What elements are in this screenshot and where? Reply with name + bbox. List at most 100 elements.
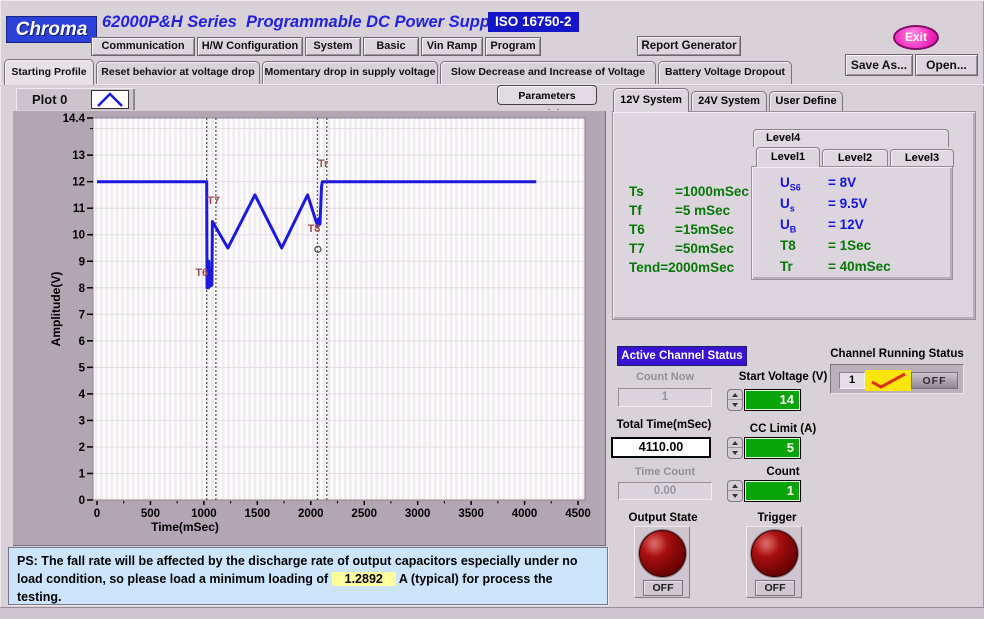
svg-text:3: 3 — [79, 415, 85, 427]
svg-text:3000: 3000 — [405, 508, 431, 520]
tab-level2[interactable]: Level2 — [822, 149, 888, 167]
min-loading-value: 1.2892 — [332, 572, 396, 586]
tab-level3[interactable]: Level3 — [890, 149, 954, 167]
cc-limit-stepper[interactable] — [727, 437, 743, 459]
channel-check-icon[interactable] — [865, 370, 911, 391]
svg-text:8: 8 — [79, 283, 86, 295]
param-ts: Ts=1000mSec — [629, 184, 749, 199]
chroma-logo: Chroma — [6, 16, 97, 43]
plot-legend-label: Plot 0 — [32, 92, 67, 107]
system-parameters-panel: Ts=1000mSec Tf=5 mSec T6=15mSec T7=50mSe… — [612, 111, 976, 320]
svg-text:T8: T8 — [308, 223, 321, 235]
svg-text:4500: 4500 — [565, 508, 591, 520]
count-now-field: 1 — [618, 388, 712, 407]
output-state-value: OFF — [643, 580, 683, 596]
plot-legend-line-icon — [91, 90, 129, 109]
output-state-knob[interactable] — [639, 530, 686, 577]
param-t8: T8= 1Sec — [780, 238, 871, 256]
svg-text:0: 0 — [94, 508, 100, 520]
tab-24v-system[interactable]: 24V System — [691, 91, 767, 112]
channel-running-status-label: Channel Running Status — [824, 348, 970, 360]
plot-legend: Plot 0 — [16, 88, 134, 112]
window-bottom-edge — [0, 607, 984, 619]
trigger-knob[interactable] — [751, 530, 798, 577]
svg-text:4000: 4000 — [512, 508, 538, 520]
tab-starting-profile[interactable]: Starting Profile — [4, 59, 94, 85]
count-stepper[interactable] — [727, 480, 743, 502]
count-label: Count — [724, 466, 842, 478]
report-generator-button[interactable]: Report Generator — [637, 36, 741, 56]
active-channel-status-header: Active Channel Status — [617, 346, 747, 366]
output-state-control: OFF — [634, 526, 690, 598]
svg-text:1: 1 — [79, 468, 86, 480]
start-voltage-label: Start Voltage (V) — [724, 371, 842, 383]
tab-momentary-drop[interactable]: Momentary drop in supply voltage — [262, 61, 438, 84]
param-tr: Tr= 40mSec — [780, 259, 891, 277]
svg-text:Tr: Tr — [318, 158, 329, 170]
svg-text:4: 4 — [79, 389, 86, 401]
channel-running-state[interactable]: OFF — [911, 372, 958, 389]
svg-text:T7: T7 — [207, 195, 220, 207]
svg-text:2: 2 — [79, 442, 85, 454]
svg-text:9: 9 — [79, 256, 85, 268]
iso-standard-badge: ISO 16750-2 — [488, 12, 579, 32]
channel-running-status-control: 1 OFF — [830, 364, 964, 394]
menu-program[interactable]: Program — [485, 37, 541, 56]
tab-reset-behavior[interactable]: Reset behavior at voltage drop — [96, 61, 260, 84]
tab-level4[interactable]: Level4 — [753, 129, 949, 147]
tab-battery-voltage-dropout[interactable]: Battery Voltage Dropout — [658, 61, 792, 84]
svg-text:3500: 3500 — [458, 508, 484, 520]
total-time-label: Total Time(mSec) — [609, 419, 719, 431]
menu-vin-ramp[interactable]: Vin Ramp — [421, 37, 483, 56]
svg-text:Amplitude(V): Amplitude(V) — [49, 272, 63, 347]
tab-level1[interactable]: Level1 — [756, 147, 820, 167]
svg-text:11: 11 — [73, 203, 86, 215]
param-us6: US6= 8V — [780, 175, 856, 193]
tab-user-define[interactable]: User Define — [769, 91, 843, 112]
tab-slow-decrease-increase[interactable]: Slow Decrease and Increase of Voltage — [440, 61, 656, 84]
cc-limit-field[interactable]: 5 — [744, 437, 801, 459]
param-tf: Tf=5 mSec — [629, 203, 730, 218]
exit-button[interactable]: Exit — [893, 25, 939, 50]
menu-communication[interactable]: Communication — [91, 37, 195, 56]
count-now-label: Count Now — [618, 371, 712, 383]
menu-basic[interactable]: Basic — [363, 37, 419, 56]
menu-hw-configuration[interactable]: H/W Configuration — [197, 37, 303, 56]
content-divider — [0, 84, 984, 86]
time-count-field: 0.00 — [618, 482, 712, 500]
save-as-button[interactable]: Save As... — [845, 54, 913, 76]
trigger-label: Trigger — [742, 512, 812, 524]
app-window: Chroma 62000P&H Series Programmable DC P… — [0, 0, 984, 619]
param-t7: T7=50mSec — [629, 241, 734, 256]
svg-text:10: 10 — [72, 230, 85, 242]
menu-system[interactable]: System — [305, 37, 361, 56]
waveform-graph-frame: T6T7T8Tr01234567891011121314.40500100015… — [12, 110, 606, 546]
tab-12v-system[interactable]: 12V System — [613, 88, 689, 112]
cc-limit-label: CC Limit (A) — [724, 423, 842, 435]
start-voltage-field[interactable]: 14 — [744, 389, 801, 411]
channel-number-field[interactable]: 1 — [839, 372, 865, 389]
open-button[interactable]: Open... — [915, 54, 978, 76]
svg-text:Time(mSec): Time(mSec) — [151, 520, 219, 534]
trigger-control: OFF — [746, 526, 802, 598]
start-voltage-stepper[interactable] — [727, 389, 743, 411]
param-tend: Tend=2000mSec — [629, 260, 734, 275]
count-field[interactable]: 1 — [744, 480, 801, 502]
svg-text:12: 12 — [72, 177, 85, 189]
svg-text:5: 5 — [79, 362, 86, 374]
svg-text:13: 13 — [72, 150, 85, 162]
waveform-chart: T6T7T8Tr01234567891011121314.40500100015… — [12, 110, 606, 546]
svg-text:500: 500 — [141, 508, 160, 520]
svg-text:7: 7 — [79, 309, 85, 321]
svg-text:6: 6 — [79, 336, 85, 348]
trigger-value: OFF — [755, 580, 795, 596]
ps-note: PS: The fall rate will be affected by th… — [8, 547, 608, 605]
param-ub: UB= 12V — [780, 217, 864, 235]
parameters-explain-button[interactable]: Parameters Explain — [497, 85, 597, 105]
level1-parameter-panel: US6= 8V Us= 9.5V UB= 12V T8= 1Sec Tr= 40… — [751, 166, 953, 280]
svg-text:1000: 1000 — [191, 508, 217, 520]
svg-text:T6: T6 — [195, 267, 208, 279]
svg-text:2000: 2000 — [298, 508, 324, 520]
total-time-field[interactable]: 4110.00 — [611, 437, 711, 458]
param-t6: T6=15mSec — [629, 222, 734, 237]
